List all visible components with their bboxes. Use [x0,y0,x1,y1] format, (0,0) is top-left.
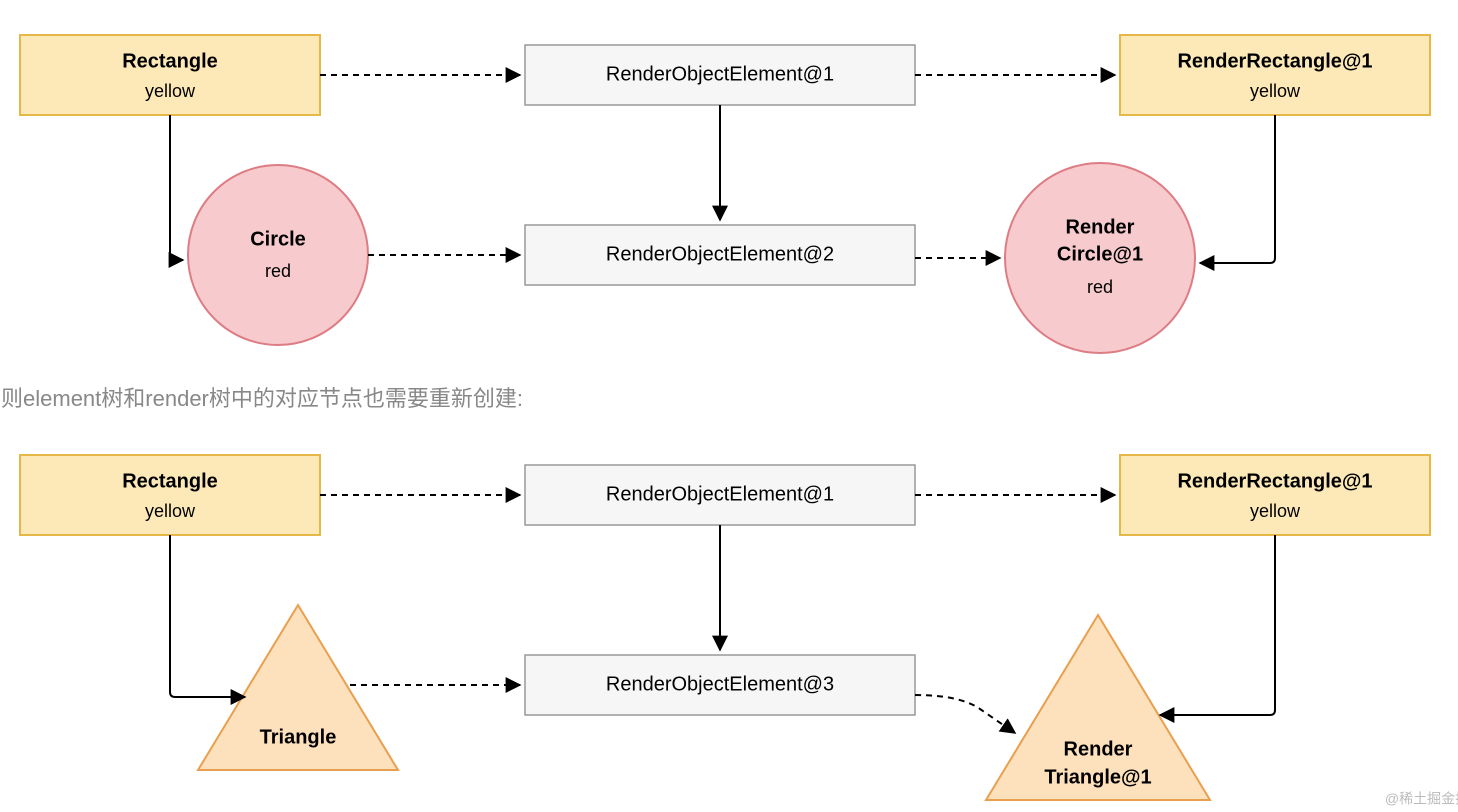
rectangle-2-title: Rectangle [122,470,218,492]
node-rectangle: Rectangle yellow [20,35,320,115]
render-rectangle-2-subtitle: yellow [1250,501,1301,521]
element-1-label: RenderObjectElement@1 [606,63,834,85]
rectangle-title: Rectangle [122,50,218,72]
diagram-canvas: Rectangle yellow Circle red RenderObject… [0,0,1458,812]
diagram-2: Rectangle yellow Triangle RenderObjectEl… [20,455,1430,800]
render-rectangle-2-title: RenderRectangle@1 [1177,470,1372,492]
arrow-rect2-to-tri [170,535,245,697]
node-render-rectangle-2: RenderRectangle@1 yellow [1120,455,1430,535]
render-circle-subtitle: red [1087,277,1113,297]
element-1b-label: RenderObjectElement@1 [606,483,834,505]
node-element-1: RenderObjectElement@1 [525,45,915,105]
render-rectangle-title: RenderRectangle@1 [1177,50,1372,72]
arrow-rrect-to-rcircle [1200,115,1275,263]
arrow-el3-to-rtri [915,695,1015,733]
render-triangle-title2: Triangle@1 [1044,766,1151,788]
element-2-label: RenderObjectElement@2 [606,243,834,265]
rectangle-subtitle: yellow [145,81,196,101]
arrow-rrect2-to-rtri [1160,535,1275,715]
circle-title: Circle [250,228,306,250]
node-element-1b: RenderObjectElement@1 [525,465,915,525]
rectangle-2-subtitle: yellow [145,501,196,521]
element-3-label: RenderObjectElement@3 [606,673,834,695]
diagram-1: Rectangle yellow Circle red RenderObject… [20,35,1430,353]
node-element-3: RenderObjectElement@3 [525,655,915,715]
watermark: @稀土掘金技术社区 [1385,791,1458,807]
circle-subtitle: red [265,261,291,281]
node-render-triangle: Render Triangle@1 [986,615,1210,800]
node-rectangle-2: Rectangle yellow [20,455,320,535]
node-element-2: RenderObjectElement@2 [525,225,915,285]
node-triangle: Triangle [198,605,398,770]
arrow-rect-to-circle [170,115,183,260]
node-render-circle: Render Circle@1 red [1005,163,1195,353]
render-circle-title1: Render [1066,216,1135,238]
triangle-title: Triangle [260,726,337,748]
render-circle-title2: Circle@1 [1057,243,1143,265]
render-rectangle-subtitle: yellow [1250,81,1301,101]
node-render-rectangle: RenderRectangle@1 yellow [1120,35,1430,115]
render-triangle-title1: Render [1064,738,1133,760]
node-circle: Circle red [188,165,368,345]
caption-text: 但是，如果控件树种某个节点的类型发生了变化，则element树和render树中… [0,386,523,411]
